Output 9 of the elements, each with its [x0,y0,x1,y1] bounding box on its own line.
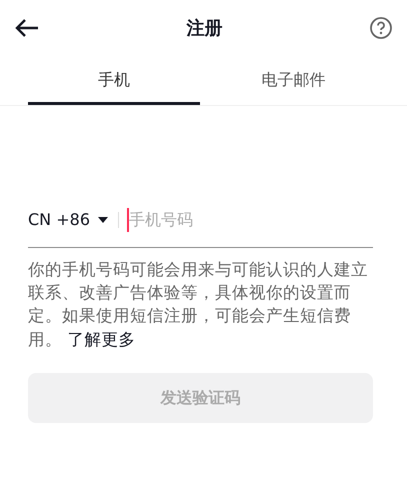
privacy-notice: 你的手机号码可能会用来与可能认识的人建立联系、改善广告体验等，具体视你的设置而定。如果使用短信注册，可能会产生短信费用。 了解更多 [28,259,369,351]
country-code-dropdown[interactable]: CN +86 [28,208,108,232]
help-icon[interactable] [369,16,393,40]
caret-icon [98,216,108,222]
learn-more-link[interactable]: 了解更多 [67,330,136,349]
back-icon[interactable] [14,18,40,38]
tab[interactable]: 手机 [28,56,200,105]
tab[interactable]: 电子邮件 [207,56,380,105]
page-title: 注册 [186,16,222,40]
